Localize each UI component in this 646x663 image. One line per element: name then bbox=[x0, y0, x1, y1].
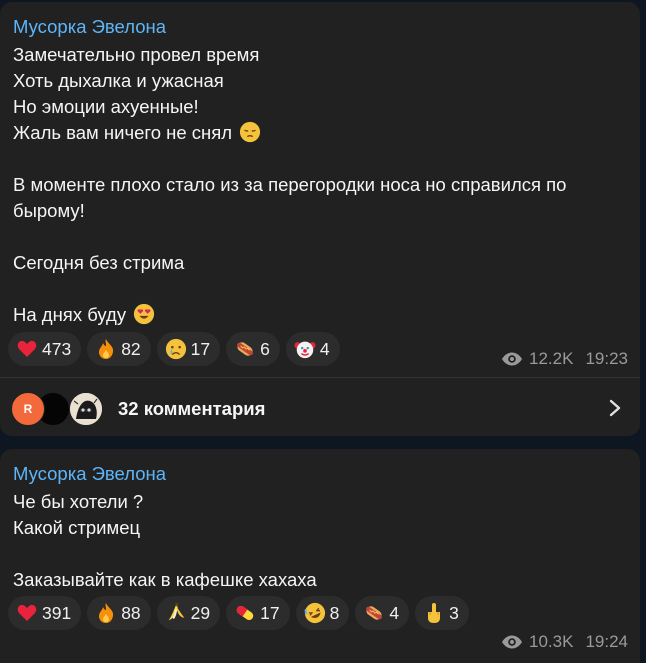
post-time: 19:23 bbox=[585, 349, 628, 368]
comments-count-label: 32 комментария bbox=[118, 398, 266, 419]
banana-icon bbox=[165, 602, 187, 624]
post-meta: 12.2K 19:23 bbox=[501, 349, 628, 369]
reaction-fire[interactable]: 88 bbox=[87, 596, 151, 630]
reaction-hot-dog[interactable]: 4 bbox=[355, 596, 410, 630]
commenter-avatars: R bbox=[11, 392, 106, 426]
reaction-count: 473 bbox=[42, 338, 72, 359]
post-text: Замечательно провел время Хоть дыхалка и… bbox=[13, 42, 628, 328]
fire-icon bbox=[95, 602, 117, 624]
text-line: На днях буду bbox=[13, 304, 127, 325]
middle-finger-icon bbox=[423, 602, 445, 624]
channel-post: Мусорка Эвелона Замечательно провел врем… bbox=[0, 2, 640, 436]
post-meta: 10.3K 19:24 bbox=[501, 632, 628, 652]
reaction-heart[interactable]: 391 bbox=[8, 596, 82, 630]
reaction-count: 391 bbox=[42, 602, 72, 623]
reaction-clown[interactable]: 4 bbox=[285, 332, 340, 366]
reaction-middle-finger[interactable]: 3 bbox=[415, 596, 469, 630]
channel-post: Мусорка Эвелона Че бы хотели ? Какой стр… bbox=[0, 449, 640, 663]
text-line: Че бы хотели ? bbox=[13, 491, 144, 512]
text-line: Хоть дыхалка и ужасная bbox=[13, 70, 224, 91]
post-text: Че бы хотели ? Какой стримец Заказывайте… bbox=[13, 489, 628, 593]
heart-icon bbox=[16, 602, 38, 624]
text-line: Сегодня без стрима bbox=[13, 252, 185, 273]
reaction-fire[interactable]: 82 bbox=[87, 332, 151, 366]
hot-dog-icon bbox=[363, 602, 385, 624]
avatar bbox=[69, 392, 103, 426]
reaction-pill[interactable]: 17 bbox=[226, 596, 290, 630]
channel-name[interactable]: Мусорка Эвелона bbox=[13, 16, 166, 38]
reaction-hot-dog[interactable]: 6 bbox=[226, 332, 280, 366]
text-line: Замечательно провел время bbox=[13, 44, 260, 65]
view-count: 12.2K bbox=[529, 349, 574, 368]
rolling-laughing-face-icon bbox=[304, 602, 326, 624]
reaction-count: 17 bbox=[260, 602, 280, 623]
crying-face-icon bbox=[165, 338, 187, 360]
reaction-count: 4 bbox=[319, 338, 330, 359]
text-line: В моменте плохо стало из за перегородки … bbox=[13, 174, 567, 221]
heart-eyes-face-icon bbox=[134, 303, 155, 325]
clown-face-icon bbox=[294, 338, 316, 360]
chevron-right-icon bbox=[609, 399, 621, 417]
reaction-count: 29 bbox=[190, 602, 211, 623]
text-line: Какой стримец bbox=[13, 517, 141, 538]
hot-dog-icon bbox=[234, 338, 256, 360]
fire-icon bbox=[95, 338, 117, 360]
pill-icon bbox=[234, 602, 256, 624]
post-time: 19:24 bbox=[585, 632, 628, 651]
reaction-count: 8 bbox=[329, 602, 340, 623]
reactions-bar: 391 88 29 17 8 4 3 bbox=[8, 596, 469, 630]
text-line: Жаль вам ничего не снял bbox=[13, 122, 233, 143]
reaction-count: 17 bbox=[190, 338, 211, 359]
text-line-with-emoji: Жаль вам ничего не снял bbox=[13, 120, 628, 146]
reaction-count: 82 bbox=[121, 338, 141, 359]
eye-icon bbox=[502, 352, 523, 366]
reaction-count: 88 bbox=[121, 602, 141, 623]
reaction-count: 3 bbox=[449, 602, 459, 623]
text-line-with-emoji: На днях буду bbox=[13, 302, 628, 328]
eye-icon bbox=[502, 635, 523, 649]
heart-icon bbox=[16, 338, 38, 360]
channel-feed: Мусорка Эвелона Замечательно провел врем… bbox=[0, 0, 646, 663]
reaction-count: 4 bbox=[389, 602, 400, 623]
pensive-face-icon bbox=[240, 121, 261, 143]
reaction-heart[interactable]: 473 bbox=[8, 332, 82, 366]
comments-button[interactable]: R 32 комментария bbox=[0, 378, 640, 436]
channel-name[interactable]: Мусорка Эвелона bbox=[13, 463, 166, 485]
reaction-crying[interactable]: 17 bbox=[156, 332, 221, 366]
reaction-rolling-laughing[interactable]: 8 bbox=[295, 596, 350, 630]
avatar: R bbox=[11, 392, 45, 426]
reaction-count: 6 bbox=[260, 338, 270, 359]
text-line: Заказывайте как в кафешке хахаха bbox=[13, 569, 317, 590]
reaction-banana[interactable]: 29 bbox=[156, 596, 221, 630]
view-count: 10.3K bbox=[529, 632, 574, 651]
reactions-bar: 473 82 17 6 4 bbox=[8, 332, 340, 366]
text-line: Но эмоции ахуенные! bbox=[13, 96, 199, 117]
